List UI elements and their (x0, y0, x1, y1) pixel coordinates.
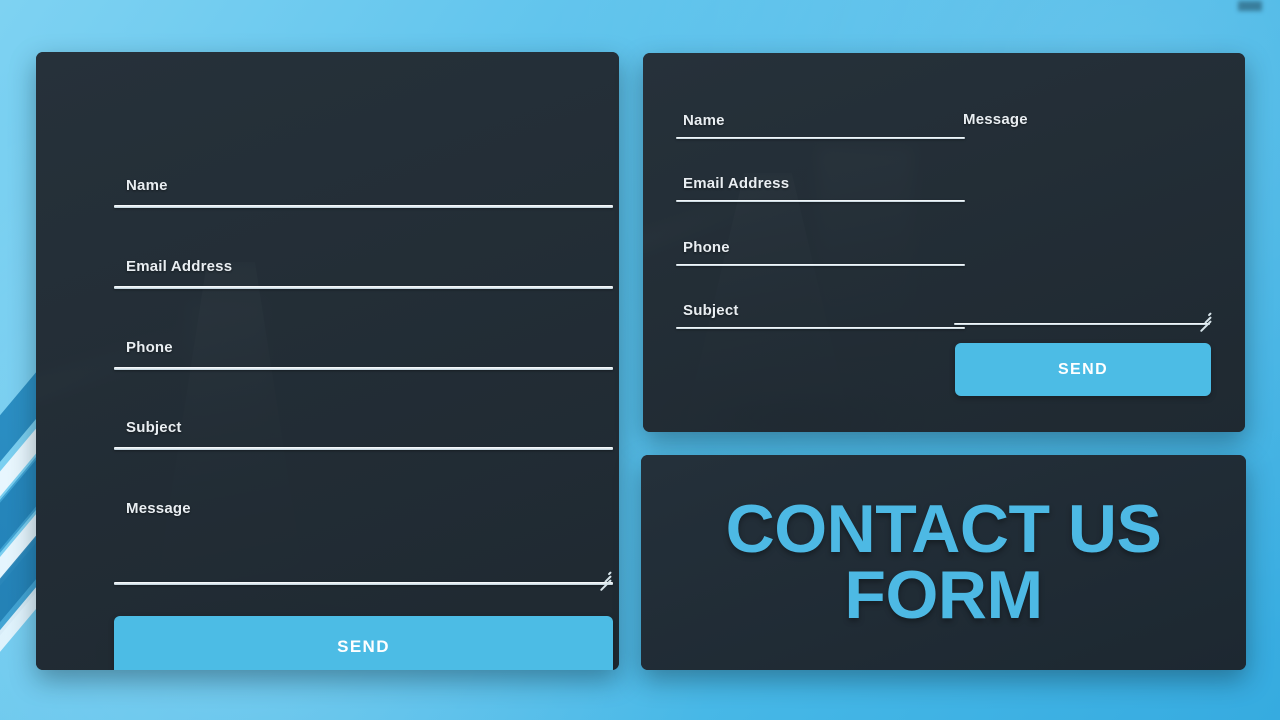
contact-form-card-stacked: Name Email Address Phone Subject Message (36, 52, 619, 670)
field-label-subject: Subject (683, 302, 739, 319)
resize-grip-icon[interactable] (597, 568, 612, 591)
field-underline-subject (676, 327, 965, 329)
field-underline-message (114, 582, 613, 585)
field-underline-name (676, 137, 965, 139)
field-underline-phone (114, 367, 613, 370)
field-label-email: Email Address (126, 258, 233, 275)
corner-smudge (1238, 1, 1262, 11)
field-underline-subject (114, 447, 613, 450)
page-title: CONTACT US FORM (726, 495, 1162, 633)
field-label-email: Email Address (683, 175, 790, 192)
field-label-message: Message (126, 500, 191, 517)
page-title-line-2: FORM (844, 556, 1043, 633)
field-label-phone: Phone (126, 339, 173, 356)
field-label-subject: Subject (126, 419, 182, 436)
page-title-line-1: CONTACT US (725, 491, 1162, 568)
field-underline-email (114, 286, 613, 289)
title-card: CONTACT US FORM (641, 455, 1246, 670)
field-label-name: Name (126, 177, 168, 194)
field-label-message: Message (963, 111, 1028, 128)
field-underline-name (114, 205, 613, 208)
send-button[interactable]: SEND (955, 343, 1211, 396)
send-button[interactable]: SEND (114, 616, 613, 670)
field-underline-phone (676, 264, 965, 266)
page-canvas: Name Email Address Phone Subject Message (0, 0, 1280, 720)
field-underline-email (676, 200, 965, 202)
field-label-phone: Phone (683, 239, 730, 256)
field-label-name: Name (683, 112, 725, 129)
field-underline-message (954, 323, 1210, 325)
contact-form-card-two-column: Name Email Address Phone Subject Message… (643, 53, 1245, 432)
resize-grip-icon[interactable] (1197, 309, 1212, 332)
